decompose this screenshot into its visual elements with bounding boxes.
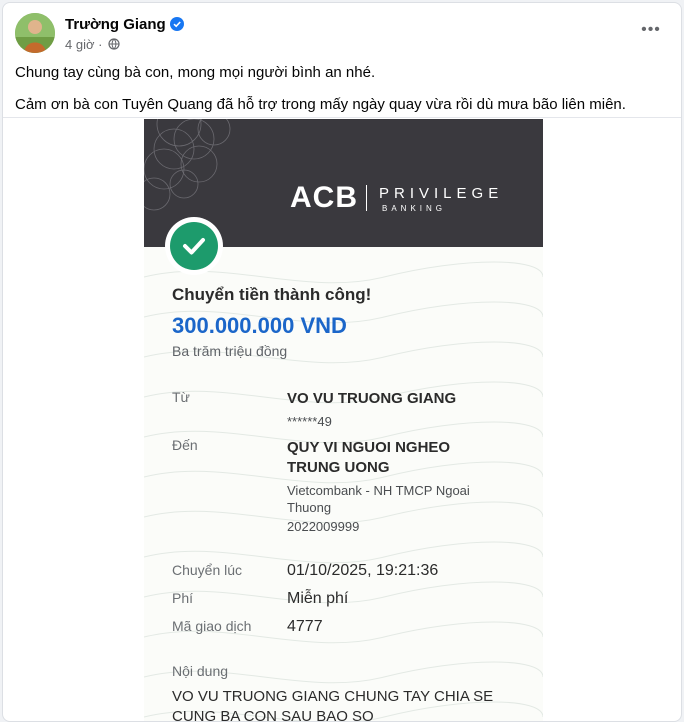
to-name-line1: QUY VI NGUOI NGHEO [287, 439, 451, 456]
fee-value: Miễn phí [287, 590, 349, 607]
success-check-badge [165, 217, 223, 275]
avatar[interactable] [15, 13, 55, 53]
post-text-line-1: Chung tay cùng bà con, mong mọi người bì… [15, 64, 376, 81]
to-account: 2022009999 [287, 519, 360, 534]
post-time[interactable]: 4 giờ [65, 37, 95, 52]
content-line2: CUNG BA CON SAU BAO SO [172, 708, 374, 722]
from-account: ******49 [287, 414, 332, 429]
from-name: VO VU TRUONG GIANG [287, 390, 457, 407]
receipt-image[interactable]: ACB PRIVILEGE BANKING Chuyển tiền thành … [144, 119, 543, 722]
to-bank-line2: Thuong [287, 500, 332, 515]
globe-icon [108, 38, 120, 53]
brand-banking: BANKING [382, 204, 447, 213]
time-label: Chuyển lúc [172, 562, 243, 578]
transaction-id-label: Mã giao dịch [172, 618, 252, 634]
meta-separator: · [98, 37, 103, 52]
post-meta: 4 giờ · [65, 37, 120, 53]
author-name-text[interactable]: Trường Giang [65, 16, 166, 33]
content-label: Nội dung [172, 663, 229, 679]
to-bank-line1: Vietcombank - NH TMCP Ngoai [287, 483, 470, 498]
more-options-icon[interactable]: ••• [637, 21, 665, 41]
from-label: Từ [172, 389, 190, 405]
logo-separator [366, 185, 367, 211]
to-label: Đến [172, 437, 198, 453]
success-check-icon [170, 222, 218, 270]
post-header: Trường Giang 4 giờ · ••• [13, 13, 673, 57]
brand-privilege: PRIVILEGE [379, 185, 504, 202]
transfer-amount: 300.000.000 VND [172, 313, 347, 338]
content-line1: VO VU TRUONG GIANG CHUNG TAY CHIA SE [172, 688, 494, 705]
divider [3, 117, 681, 118]
post-text-line-2: Cảm ơn bà con Tuyên Quang đã hỗ trợ tron… [15, 96, 626, 113]
author-name[interactable]: Trường Giang [65, 15, 184, 33]
acb-logo: ACB [290, 181, 358, 214]
transfer-status: Chuyển tiền thành công! [172, 285, 372, 304]
facebook-post: Trường Giang 4 giờ · ••• Chung tay cùng … [2, 2, 682, 722]
verified-badge-icon [169, 17, 184, 31]
time-value: 01/10/2025, 19:21:36 [287, 562, 439, 579]
to-name-line2: TRUNG UONG [287, 459, 390, 476]
fee-label: Phí [172, 590, 194, 606]
transfer-content: VO VU TRUONG GIANG CHUNG TAY CHIA SE CUN… [172, 687, 522, 722]
amount-in-words: Ba trăm triệu đồng [172, 343, 288, 359]
transaction-id-value: 4777 [287, 618, 323, 635]
